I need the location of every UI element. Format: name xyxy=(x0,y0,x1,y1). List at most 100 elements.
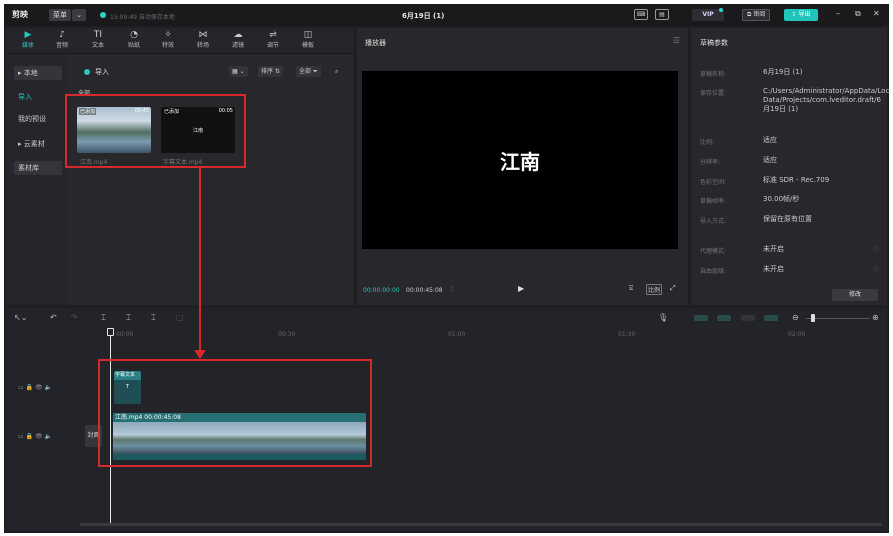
ruler-label: 01:30 xyxy=(618,331,636,338)
autosave-status-icon xyxy=(100,12,106,18)
prop-label: 自由层级: xyxy=(700,268,727,275)
player-menu-icon[interactable]: ☰ xyxy=(673,36,680,45)
video-track-controls[interactable]: ▭ 🔒 👁 🔈 xyxy=(18,433,52,440)
split-icon[interactable]: ⌶ xyxy=(101,313,106,323)
prop-label: 分辨率: xyxy=(700,159,721,166)
nav-local[interactable]: ▸ 本地 xyxy=(14,66,62,80)
zoom-slider-handle[interactable] xyxy=(811,314,815,322)
text-track-controls[interactable]: ▭ 🔒 👁 🔈 xyxy=(18,384,52,391)
tab-adjust[interactable]: ⇌ 调节 xyxy=(257,30,289,52)
maximize-icon[interactable]: ⧉ xyxy=(855,9,861,19)
nav-my-presets[interactable]: 我的预设 xyxy=(14,112,62,126)
review-button[interactable]: ⧉ 审阅 xyxy=(742,9,771,21)
fullscreen-icon[interactable]: ⤢ xyxy=(670,284,676,293)
tab-label: 音频 xyxy=(55,42,68,49)
app-logo: 剪映 xyxy=(12,10,28,19)
zoom-slider[interactable] xyxy=(806,318,870,319)
player-panel: 播放器 ☰ 江南 00:00:00:00 00:00:45:08 ⣿ ▶ ⌻ 比… xyxy=(357,28,688,305)
prop-value: 适应 xyxy=(763,156,777,164)
tab-template[interactable]: ◫ 模板 xyxy=(292,30,324,52)
menu-button[interactable]: 菜单 xyxy=(49,9,71,21)
play-button[interactable]: ▶ xyxy=(518,284,524,293)
side-nav: ▸ 本地 导入 我的预设 ▸ 云素材 素材库 xyxy=(6,55,68,305)
tab-label: 模板 xyxy=(301,42,314,49)
linkage-icon[interactable] xyxy=(741,315,755,321)
minimize-icon[interactable]: – xyxy=(836,9,840,18)
tab-text[interactable]: TI 文本 xyxy=(82,30,114,52)
export-label: 导出 xyxy=(798,11,811,18)
asset-tabs: ▶ 媒体 ♪ 音频 TI 文本 ◔ 贴纸 ✧ 特效 ⋈ 转场 ☁ 滤镜 ⇌ 调节 ◫ 模板 xyxy=(6,28,354,54)
import-button[interactable]: 导入 xyxy=(95,67,109,77)
tab-label: 转场 xyxy=(196,42,209,49)
ratio-button[interactable]: 比例 xyxy=(646,284,663,295)
review-label: 审阅 xyxy=(753,11,766,18)
timeline-scrollbar[interactable] xyxy=(80,523,882,526)
tab-audio[interactable]: ♪ 音频 xyxy=(46,30,78,52)
prop-value: C:/Users/Administrator/AppData/Local/Jia… xyxy=(763,87,889,113)
tab-label: 调节 xyxy=(266,42,279,49)
search-icon[interactable]: ⌕ xyxy=(332,66,341,77)
prop-value: 保留在原有位置 xyxy=(763,215,812,223)
waveform-icon[interactable]: ⣿ xyxy=(450,285,454,292)
template-icon: ◫ xyxy=(303,30,313,40)
tab-sticker[interactable]: ◔ 贴纸 xyxy=(118,30,150,52)
prop-label: 保存位置: xyxy=(700,90,727,97)
props-title: 草稿参数 xyxy=(700,39,728,47)
highlight-timeline-clips xyxy=(98,359,372,467)
prop-value: 未开启 xyxy=(763,245,784,253)
player-caption: 江南 xyxy=(500,150,540,174)
prop-value: 6月19日 (1) xyxy=(763,68,803,76)
main-track-magnet-icon[interactable] xyxy=(694,315,708,321)
export-button[interactable]: ⇪ 导出 xyxy=(784,9,818,21)
tab-label: 特效 xyxy=(161,42,174,49)
split-right-icon[interactable]: ⌶ xyxy=(151,313,156,323)
crop-icon[interactable]: ⌻ xyxy=(629,284,633,293)
info-icon[interactable]: ⓘ xyxy=(873,265,879,274)
modify-button[interactable]: 修改 xyxy=(832,289,878,301)
nav-cloud[interactable]: ▸ 云素材 xyxy=(14,137,62,151)
tab-transition[interactable]: ⋈ 转场 xyxy=(187,30,219,52)
prop-value: 30.00帧/秒 xyxy=(763,195,800,203)
playhead-handle[interactable] xyxy=(107,328,114,336)
effects-icon: ✧ xyxy=(164,30,172,40)
sort-button[interactable]: 排序 ⇅ xyxy=(258,66,283,77)
select-tool-icon[interactable]: ↖⌄ xyxy=(14,313,27,322)
annotation-arrow xyxy=(199,168,201,354)
tab-effects[interactable]: ✧ 特效 xyxy=(152,30,184,52)
preview-axis-icon[interactable] xyxy=(764,315,778,321)
timeline-toolbar: ↖⌄ ↶ ↷ ⌶ ⌶ ⌶ ▢ 🎙 ⊖ ⊕ xyxy=(6,308,887,328)
tab-filter[interactable]: ☁ 滤镜 xyxy=(222,30,254,52)
import-icon[interactable] xyxy=(84,69,90,75)
nav-library[interactable]: 素材库 xyxy=(14,161,62,175)
close-icon[interactable]: ✕ xyxy=(873,9,880,18)
auto-snap-icon[interactable] xyxy=(717,315,731,321)
autosave-text: 15:09:49 自动保存本地 xyxy=(110,14,175,21)
prop-label: 色彩空间: xyxy=(700,179,727,186)
sticker-icon: ◔ xyxy=(130,30,138,40)
menu-dropdown-icon[interactable]: ⌄ xyxy=(72,9,86,21)
tab-label: 滤镜 xyxy=(231,42,244,49)
undo-icon[interactable]: ↶ xyxy=(50,313,57,322)
record-audio-icon[interactable]: 🎙 xyxy=(658,313,668,322)
prop-value: 适应 xyxy=(763,136,777,144)
view-mode-button[interactable]: ▦ ⌄ xyxy=(229,66,248,77)
player-title: 播放器 xyxy=(365,39,386,47)
prop-label: 草稿名称: xyxy=(700,71,727,78)
redo-icon[interactable]: ↷ xyxy=(71,313,78,322)
zoom-in-icon[interactable]: ⊕ xyxy=(872,313,879,322)
layout-icon[interactable]: ▤ xyxy=(655,9,669,20)
current-timecode: 00:00:00:00 xyxy=(363,287,400,294)
shortcut-icon[interactable]: ⌨ xyxy=(634,9,648,20)
media-icon: ▶ xyxy=(24,30,32,40)
adjust-icon: ⇌ xyxy=(269,30,277,40)
split-left-icon[interactable]: ⌶ xyxy=(126,313,131,323)
nav-import[interactable]: 导入 xyxy=(14,90,62,104)
filter-all-button[interactable]: 全部 ⏷ xyxy=(296,66,321,77)
prop-label: 草稿帧率: xyxy=(700,198,727,205)
info-icon[interactable]: ⓘ xyxy=(873,245,879,254)
zoom-out-icon[interactable]: ⊖ xyxy=(792,313,799,322)
tab-media[interactable]: ▶ 媒体 xyxy=(12,30,44,52)
delete-icon[interactable]: ▢ xyxy=(176,313,184,322)
document-title: 6月19日 (1) xyxy=(402,12,445,20)
filter-icon: ☁ xyxy=(233,30,243,40)
